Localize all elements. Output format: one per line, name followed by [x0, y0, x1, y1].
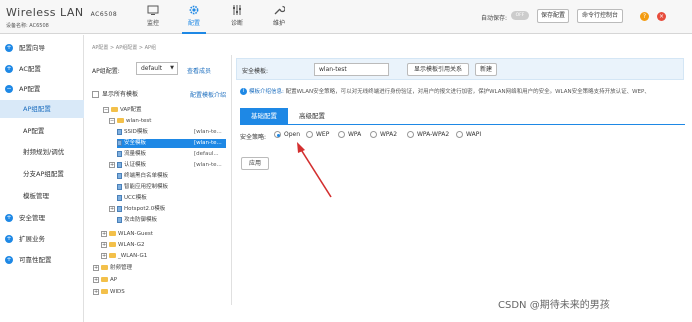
watermark: CSDN @期待未来的男孩 [498, 300, 610, 311]
annotation-arrow [297, 142, 332, 198]
